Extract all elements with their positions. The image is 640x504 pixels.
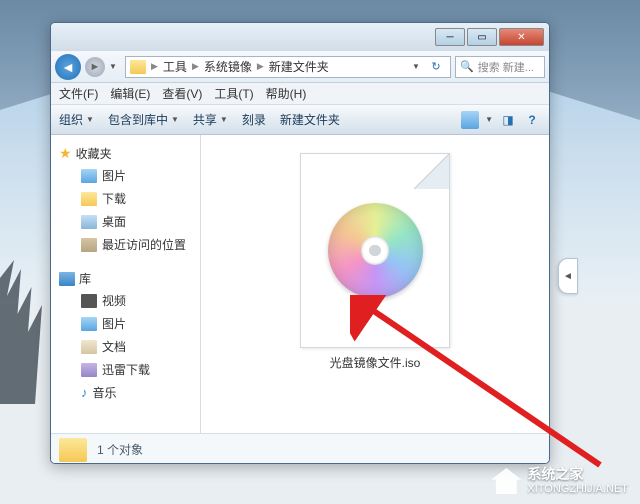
address-dropdown[interactable]: ▼ <box>412 62 424 71</box>
pictures-icon <box>81 317 97 331</box>
sidebar-item-documents[interactable]: 文档 <box>63 335 196 358</box>
sidebar-item-downloads[interactable]: 下载 <box>63 187 196 210</box>
disc-icon <box>328 203 423 298</box>
downloads-icon <box>81 192 97 206</box>
view-dropdown[interactable]: ▼ <box>485 115 493 124</box>
titlebar: ─ ▭ ✕ <box>51 23 549 51</box>
menu-help[interactable]: 帮助(H) <box>266 85 307 102</box>
new-folder-button[interactable]: 新建文件夹 <box>280 111 340 128</box>
forward-button[interactable]: ► <box>85 57 105 77</box>
menu-tools[interactable]: 工具(T) <box>214 85 253 102</box>
share-button[interactable]: 共享▼ <box>193 111 228 128</box>
music-icon: ♪ <box>81 385 88 400</box>
folder-icon <box>59 438 87 462</box>
preview-pane-icon[interactable]: ◨ <box>499 111 517 129</box>
library-icon <box>59 272 75 286</box>
breadcrumb-item[interactable]: 工具 <box>163 58 187 75</box>
toolbar: 组织▼ 包含到库中▼ 共享▼ 刻录 新建文件夹 ▼ ◨ ? <box>51 105 549 135</box>
close-button[interactable]: ✕ <box>499 28 544 46</box>
minimize-button[interactable]: ─ <box>435 28 465 46</box>
xunlei-icon <box>81 363 97 377</box>
sidebar-item-lib-pictures[interactable]: 图片 <box>63 312 196 335</box>
view-options-icon[interactable] <box>461 111 479 129</box>
file-item-iso[interactable]: 光盘镜像文件.iso <box>294 147 456 377</box>
nav-history-dropdown[interactable]: ▼ <box>109 62 121 71</box>
breadcrumb-item[interactable]: 新建文件夹 <box>269 58 329 75</box>
refresh-icon[interactable]: ↻ <box>426 60 446 73</box>
star-icon: ★ <box>59 145 72 162</box>
menu-file[interactable]: 文件(F) <box>59 85 98 102</box>
sidebar-item-video[interactable]: 视频 <box>63 289 196 312</box>
breadcrumb-item[interactable]: 系统镜像 <box>204 58 252 75</box>
sidebar-item-pictures[interactable]: 图片 <box>63 164 196 187</box>
recent-icon <box>81 238 97 252</box>
folder-icon <box>130 60 146 74</box>
page-fold-icon <box>414 154 449 189</box>
chevron-right-icon: ▶ <box>254 61 267 72</box>
house-icon <box>491 468 521 494</box>
sidebar-item-desktop[interactable]: 桌面 <box>63 210 196 233</box>
file-list[interactable]: 光盘镜像文件.iso <box>201 135 549 433</box>
explorer-window: ─ ▭ ✕ ◄ ► ▼ ▶ 工具 ▶ 系统镜像 ▶ 新建文件夹 ▼ ↻ 🔍 搜索… <box>50 22 550 464</box>
desktop-icon <box>81 215 97 229</box>
chevron-right-icon: ▶ <box>189 61 202 72</box>
search-input[interactable]: 🔍 搜索 新建... <box>455 56 545 78</box>
maximize-button[interactable]: ▭ <box>467 28 497 46</box>
navigation-pane: ★ 收藏夹 图片 下载 桌面 最近访问的位置 库 视频 图片 <box>51 135 201 433</box>
search-icon: 🔍 <box>460 60 474 73</box>
menu-view[interactable]: 查看(V) <box>162 85 202 102</box>
back-button[interactable]: ◄ <box>55 54 81 80</box>
favorites-header[interactable]: ★ 收藏夹 <box>55 143 196 164</box>
documents-icon <box>81 340 97 354</box>
burn-button[interactable]: 刻录 <box>242 111 266 128</box>
pictures-icon <box>81 169 97 183</box>
expand-button[interactable]: ◄ <box>558 258 578 294</box>
iso-thumbnail <box>300 153 450 348</box>
sidebar-item-music[interactable]: ♪音乐 <box>63 381 196 404</box>
menu-edit[interactable]: 编辑(E) <box>110 85 150 102</box>
sidebar-item-recent[interactable]: 最近访问的位置 <box>63 233 196 256</box>
file-name-label: 光盘镜像文件.iso <box>330 354 421 371</box>
address-bar[interactable]: ▶ 工具 ▶ 系统镜像 ▶ 新建文件夹 ▼ ↻ <box>125 56 451 78</box>
library-header[interactable]: 库 <box>55 268 196 289</box>
menu-bar: 文件(F) 编辑(E) 查看(V) 工具(T) 帮助(H) <box>51 83 549 105</box>
chevron-right-icon: ▶ <box>148 61 161 72</box>
include-library-button[interactable]: 包含到库中▼ <box>108 111 179 128</box>
search-placeholder: 搜索 新建... <box>478 59 534 75</box>
help-icon[interactable]: ? <box>523 111 541 129</box>
video-icon <box>81 294 97 308</box>
watermark: 系统之家 XITONGZHIJIA.NET <box>491 466 628 496</box>
watermark-title: 系统之家 <box>527 466 628 483</box>
item-count: 1 个对象 <box>97 441 143 458</box>
navigation-bar: ◄ ► ▼ ▶ 工具 ▶ 系统镜像 ▶ 新建文件夹 ▼ ↻ 🔍 搜索 新建... <box>51 51 549 83</box>
status-bar: 1 个对象 <box>51 433 549 464</box>
sidebar-item-xunlei[interactable]: 迅雷下载 <box>63 358 196 381</box>
organize-button[interactable]: 组织▼ <box>59 111 94 128</box>
watermark-url: XITONGZHIJIA.NET <box>527 483 628 496</box>
